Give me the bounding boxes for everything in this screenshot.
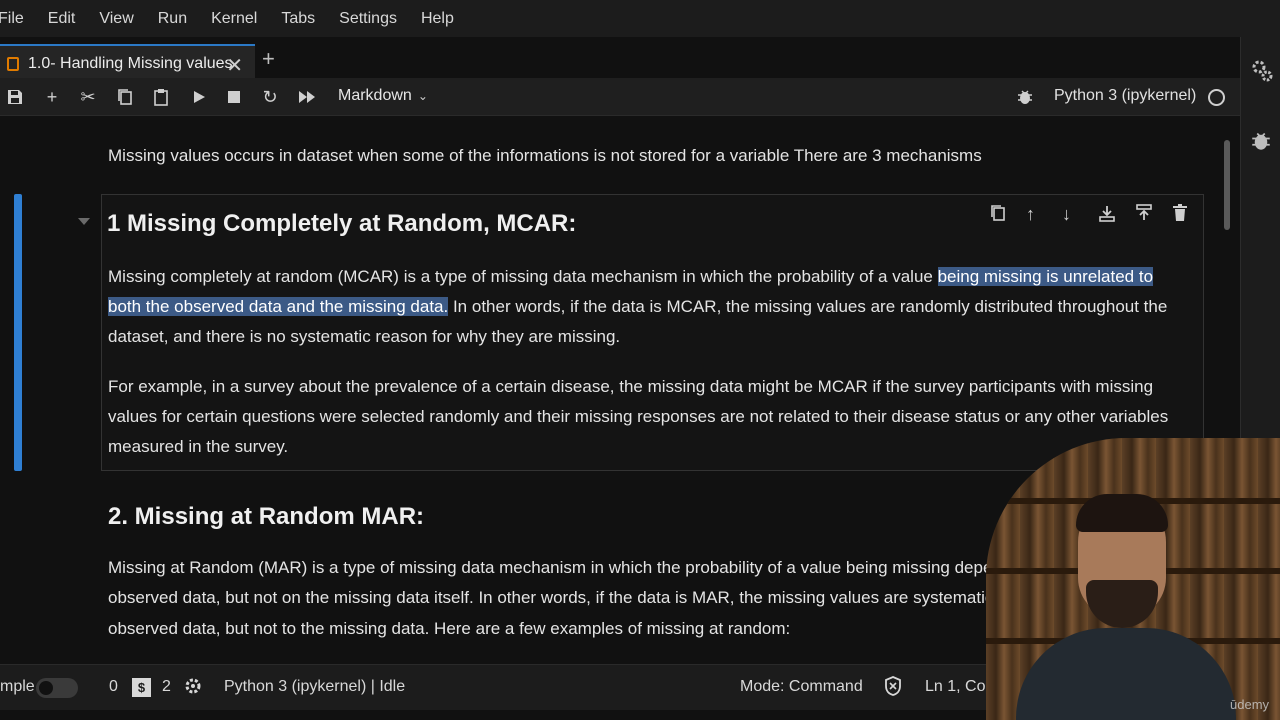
menu-help[interactable]: Help [409, 0, 466, 37]
insert-below-icon[interactable] [1136, 204, 1152, 227]
kernel-status-text[interactable]: Python 3 (ipykernel) | Idle [224, 678, 405, 696]
presenter [1016, 494, 1236, 720]
intro-text: Missing values occurs in dataset when so… [108, 146, 982, 165]
terminal-icon[interactable]: $ [132, 678, 151, 697]
collapse-icon[interactable] [78, 218, 90, 225]
debug-icon[interactable] [1251, 131, 1271, 156]
simple-mode-toggle[interactable] [36, 678, 78, 698]
property-inspector-icon[interactable] [1251, 59, 1273, 88]
menu-kernel[interactable]: Kernel [199, 0, 269, 37]
add-tab-icon[interactable]: + [262, 46, 275, 72]
stop-icon[interactable] [223, 86, 245, 108]
cut-icon[interactable]: ✂ [77, 86, 99, 108]
chevron-down-icon: ⌄ [417, 89, 428, 103]
notebook-icon [7, 57, 19, 71]
mcar-paragraph-line-2: both the observed data and the missing d… [108, 292, 1167, 322]
run-icon[interactable] [188, 86, 210, 108]
tab-notebook[interactable]: 1.0- Handling Missing values ✕ [0, 44, 255, 82]
close-icon[interactable]: ✕ [226, 53, 243, 78]
insert-above-icon[interactable] [1099, 204, 1115, 227]
menu-run[interactable]: Run [146, 0, 199, 37]
webcam-overlay [986, 438, 1280, 720]
menu-edit[interactable]: Edit [36, 0, 88, 37]
delete-cell-icon[interactable] [1173, 204, 1187, 226]
mar-paragraph-line-3: observed data, but not to the missing da… [108, 619, 791, 638]
menu-view[interactable]: View [87, 0, 145, 37]
mar-heading: 2. Missing at Random MAR: [108, 503, 425, 530]
mcar-example-line-2: values for certain questions were select… [108, 407, 1169, 426]
restart-icon[interactable]: ↻ [259, 86, 281, 108]
mcar-example-line-1: For example, in a survey about the preva… [108, 377, 1154, 396]
mode-indicator[interactable]: Mode: Command [740, 678, 863, 696]
fast-forward-icon[interactable] [296, 86, 318, 108]
selected-text: being missing is unrelated to [937, 267, 1154, 286]
udemy-watermark: ūdemy [1230, 697, 1270, 712]
presenter-beard [1086, 580, 1158, 628]
menu-file[interactable]: File [0, 0, 36, 37]
simple-mode-label: mple [0, 678, 35, 695]
mcar-heading: 1 Missing Completely at Random, MCAR: [107, 210, 577, 237]
mcar-paragraph-line-3: dataset, and there is no systematic reas… [108, 327, 621, 346]
scroll-thumb[interactable] [1224, 140, 1230, 230]
save-icon[interactable] [4, 86, 26, 108]
kernel-gear-icon[interactable] [184, 677, 202, 700]
paste-icon[interactable] [150, 86, 172, 108]
duplicate-cell-icon[interactable] [990, 204, 1006, 227]
text-run: Missing completely at random (MCAR) is a… [108, 267, 938, 286]
cell-type-label: Markdown [338, 87, 412, 104]
kernel-status-icon [1208, 89, 1225, 106]
active-cell-indicator [14, 194, 22, 471]
mar-paragraph-line-1: Missing at Random (MAR) is a type of mis… [108, 558, 993, 577]
kernel-name[interactable]: Python 3 (ipykernel) [1054, 87, 1196, 105]
notebook-toolbar: + ✂ ↻ Markdown ⌄ Python 3 (ipykernel) [0, 78, 1240, 116]
menu-bar: File Edit View Run Kernel Tabs Settings … [0, 0, 1280, 37]
add-cell-icon[interactable]: + [41, 86, 63, 108]
copy-icon[interactable] [114, 86, 136, 108]
cell-type-select[interactable]: Markdown ⌄ [338, 87, 428, 105]
text-run: In other words, if the data is MCAR, the… [448, 297, 1168, 316]
presenter-hair [1076, 494, 1168, 532]
menu-tabs[interactable]: Tabs [269, 0, 327, 37]
move-down-icon[interactable]: ↓ [1062, 204, 1071, 225]
kernel-count[interactable]: 2 [162, 678, 171, 696]
trusted-shield-icon[interactable] [884, 676, 902, 701]
cell-toolbar: ↑ ↓ [988, 204, 1193, 226]
mcar-example-line-3: measured in the survey. [108, 437, 289, 456]
menu-settings[interactable]: Settings [327, 0, 409, 37]
selected-text: both the observed data and the missing d… [108, 297, 449, 316]
mcar-paragraph-line-1: Missing completely at random (MCAR) is a… [108, 262, 1154, 292]
tab-title: 1.0- Handling Missing values [28, 55, 233, 72]
mar-paragraph-line-2: observed data, but not on the missing da… [108, 588, 994, 607]
debugger-icon[interactable] [1014, 86, 1036, 108]
terminal-count[interactable]: 0 [109, 678, 118, 696]
move-up-icon[interactable]: ↑ [1026, 204, 1035, 225]
tab-bar: 1.0- Handling Missing values ✕ + [0, 40, 1240, 82]
